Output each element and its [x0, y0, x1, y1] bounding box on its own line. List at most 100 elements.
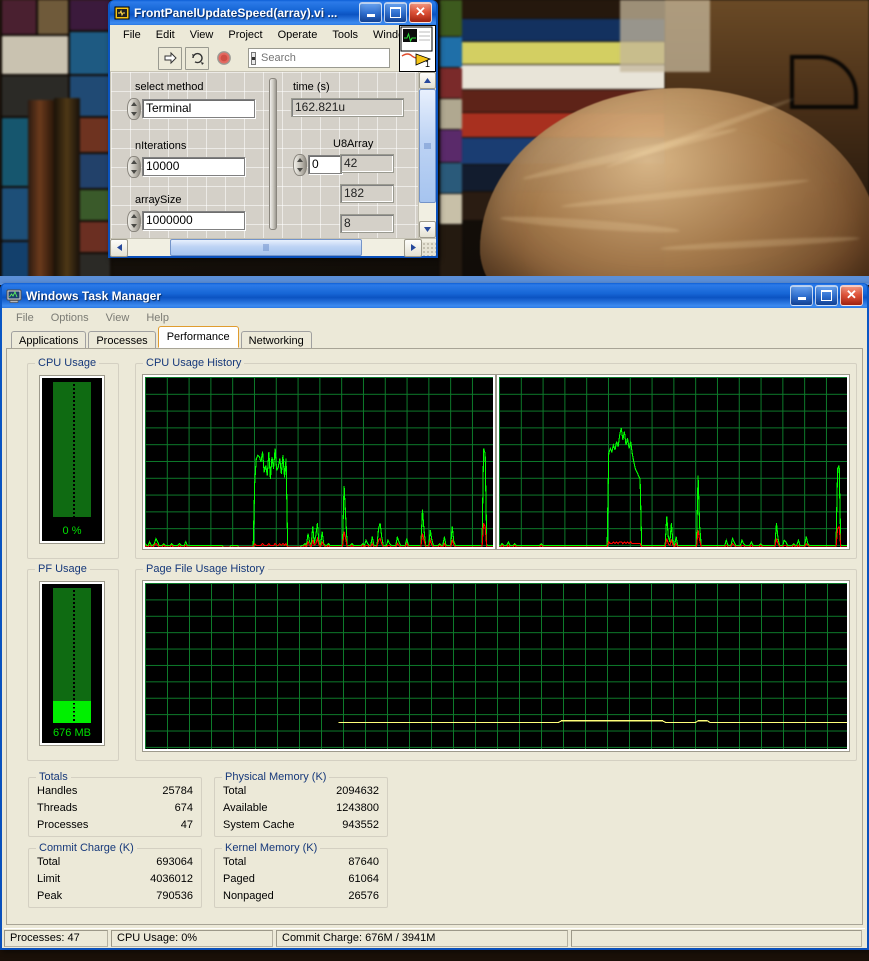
totals-row-processes: Processes 47	[29, 817, 201, 834]
commit-key-peak: Peak	[37, 890, 63, 902]
labview-window-buttons[interactable]: ✕	[359, 2, 434, 23]
pf-meter-empty	[53, 588, 91, 719]
cpu-history-graph-1	[143, 375, 495, 549]
wallpaper-bookshelf-left	[0, 0, 112, 285]
tab-processes[interactable]: Processes	[88, 331, 156, 349]
physmem-row-system-cache: System Cache 943552	[215, 817, 387, 834]
minimize-button[interactable]	[790, 285, 813, 306]
physmem-row-available: Available 1243800	[215, 800, 387, 817]
taskmanager-tabs[interactable]: Applications Processes Performance Netwo…	[2, 326, 867, 349]
arraysize-value[interactable]: 1000000	[142, 211, 245, 230]
search-field[interactable]	[259, 51, 405, 65]
cpu-usage-group: CPU Usage 0 %	[27, 357, 119, 559]
taskmanager-menubar[interactable]: File Options View Help	[2, 308, 867, 328]
maximize-button[interactable]	[815, 285, 838, 306]
kernmem-row-total: Total 87640	[215, 854, 387, 871]
search-input[interactable]	[248, 48, 405, 68]
cpu-meter-empty	[53, 382, 91, 517]
run-arrow-icon[interactable]	[158, 46, 182, 70]
labview-titlebar[interactable]: FrontPanelUpdateSpeed(array).vi ... ✕	[110, 0, 436, 25]
vscroll-down-arrow[interactable]	[419, 221, 436, 238]
close-button[interactable]: ✕	[840, 285, 863, 306]
niterations-value[interactable]: 10000	[142, 157, 245, 176]
commit-row-limit: Limit 4036012	[29, 871, 201, 888]
commit-charge-group: Commit Charge (K) Total 693064 Limit 403…	[28, 842, 202, 908]
minimize-button[interactable]	[359, 2, 382, 23]
cpu-history-graph-2	[497, 375, 849, 549]
hscroll-thumb[interactable]	[170, 239, 362, 256]
vscroll-thumb[interactable]	[419, 89, 436, 203]
u8array-cell-1[interactable]: 182	[340, 184, 394, 203]
pf-usage-value: 676 MB	[53, 727, 91, 739]
resize-grip[interactable]	[422, 242, 436, 256]
cpu-graph-1-plot	[145, 448, 493, 547]
physmem-key-system-cache: System Cache	[223, 819, 295, 831]
menu-project[interactable]: Project	[221, 28, 270, 42]
kernmem-row-nonpaged: Nonpaged 26576	[215, 888, 387, 905]
commit-value-peak: 790536	[156, 890, 193, 902]
physmem-row-total: Total 2094632	[215, 783, 387, 800]
labview-front-panel[interactable]: select method Terminal nIterations 10000…	[110, 72, 436, 238]
u8array-cell-2[interactable]: 8	[340, 214, 394, 233]
labview-title-text: FrontPanelUpdateSpeed(array).vi ...	[134, 5, 338, 20]
wallpaper-shelf-column-right	[440, 0, 462, 285]
u8array-cell-0[interactable]: 42	[340, 154, 394, 173]
select-method-label: select method	[135, 81, 204, 93]
menu-view[interactable]: View	[98, 311, 139, 325]
menu-operate[interactable]: Operate	[271, 28, 326, 42]
u8array-label: U8Array	[333, 138, 374, 150]
kernmem-key-total: Total	[223, 856, 247, 868]
u8array-index-spinner[interactable]	[293, 154, 307, 176]
physical-memory-group: Physical Memory (K) Total 2094632 Availa…	[214, 771, 388, 837]
panel-splitter[interactable]	[269, 78, 277, 230]
vscroll-up-arrow[interactable]	[419, 72, 436, 89]
labview-window[interactable]: FrontPanelUpdateSpeed(array).vi ... ✕ Fi…	[108, 0, 438, 258]
menu-file[interactable]: File	[8, 311, 43, 325]
menu-edit[interactable]: Edit	[149, 28, 183, 42]
cpu-history-group-label: CPU Usage History	[143, 357, 245, 369]
select-method-value[interactable]: Terminal	[142, 99, 255, 118]
close-button[interactable]: ✕	[409, 2, 432, 23]
niterations-spinner[interactable]	[127, 156, 141, 178]
hscroll-left-arrow[interactable]	[110, 238, 128, 257]
commit-row-peak: Peak 790536	[29, 888, 201, 905]
kernmem-value-nonpaged: 26576	[348, 890, 379, 902]
front-panel-hscrollbar[interactable]	[110, 238, 436, 257]
vi-connector-icon[interactable]: 1	[399, 25, 436, 72]
taskmanager-titlebar[interactable]: Windows Task Manager ✕	[2, 283, 867, 308]
taskmanager-title-text: Windows Task Manager	[26, 288, 162, 303]
labview-toolbar[interactable]: 1	[110, 25, 436, 72]
taskmanager-window-buttons[interactable]: ✕	[790, 285, 865, 306]
arraysize-spinner[interactable]	[127, 210, 141, 232]
kernel-memory-group-label: Kernel Memory (K)	[222, 842, 321, 854]
hscroll-right-arrow[interactable]	[404, 238, 422, 257]
labview-menubar[interactable]: File Edit View Project Operate Tools Win…	[110, 25, 436, 45]
pf-history-graph	[143, 581, 849, 751]
commit-value-limit: 4036012	[150, 873, 193, 885]
menu-help[interactable]: Help	[138, 311, 178, 325]
cpu-usage-meter: 0 %	[40, 376, 104, 543]
task-manager-window[interactable]: Windows Task Manager ✕ File Options View…	[0, 283, 869, 950]
run-continuously-icon[interactable]	[185, 46, 209, 70]
totals-group: Totals Handles 25784 Threads 674 Process…	[28, 771, 202, 837]
time-label: time (s)	[293, 81, 330, 93]
menu-options[interactable]: Options	[43, 311, 98, 325]
select-method-spinner[interactable]	[127, 98, 141, 120]
menu-file[interactable]: File	[116, 28, 149, 42]
u8array-index-value[interactable]: 0	[308, 155, 342, 174]
pf-graph-plot	[338, 720, 847, 723]
cpu-usage-group-label: CPU Usage	[35, 357, 100, 369]
menu-tools[interactable]: Tools	[325, 28, 366, 42]
totals-key-threads: Threads	[37, 802, 78, 814]
search-dropdown-icon[interactable]	[251, 51, 256, 65]
kernmem-key-nonpaged: Nonpaged	[223, 890, 274, 902]
menu-view[interactable]: View	[183, 28, 222, 42]
maximize-button[interactable]	[384, 2, 407, 23]
tab-applications[interactable]: Applications	[11, 331, 87, 349]
front-panel-vscrollbar[interactable]	[418, 72, 436, 238]
abort-execution-icon[interactable]	[212, 47, 236, 70]
cpu-usage-value: 0 %	[62, 525, 82, 537]
totals-value-processes: 47	[180, 819, 193, 831]
tab-networking[interactable]: Networking	[240, 331, 312, 349]
tab-performance[interactable]: Performance	[157, 326, 239, 348]
